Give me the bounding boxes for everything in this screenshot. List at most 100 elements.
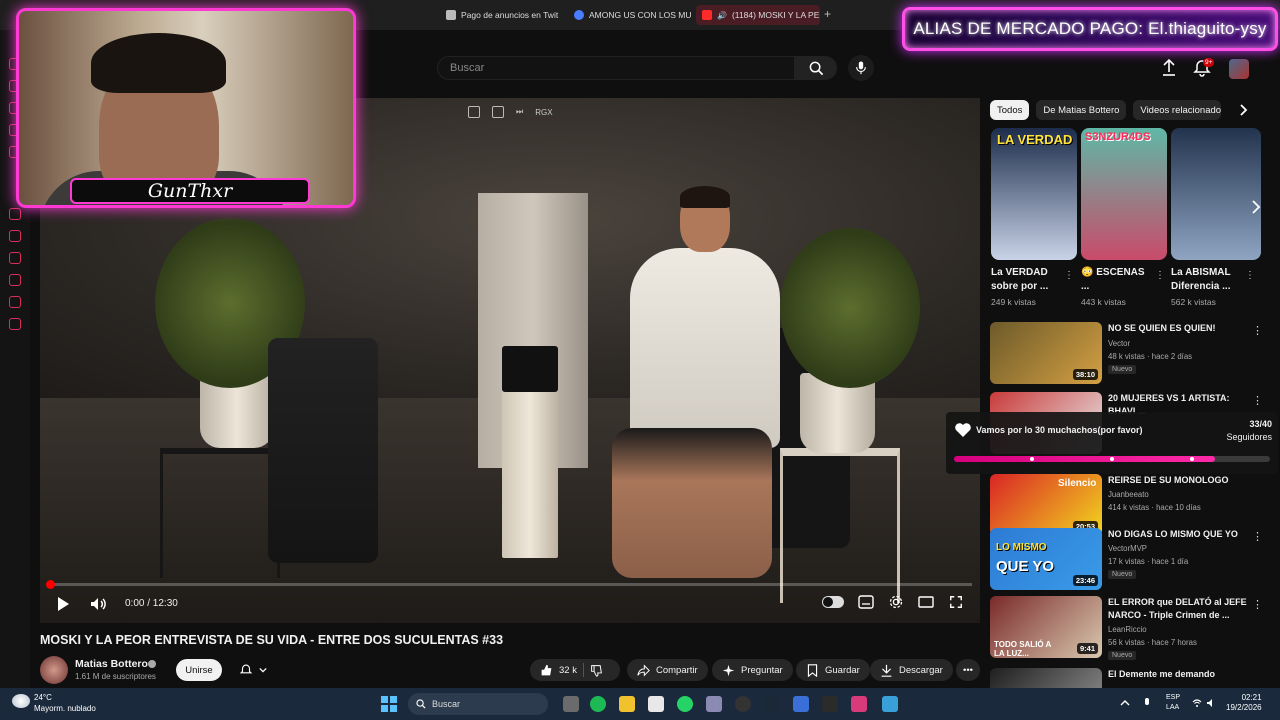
video-thumbnail[interactable]: LO MISMO QUE YO 23:46 <box>990 528 1102 590</box>
wifi-icon[interactable] <box>1192 698 1202 708</box>
short-title[interactable]: 😳 ESCENAS ... <box>1081 266 1151 294</box>
subtitles-icon[interactable] <box>858 595 874 609</box>
more-vertical-icon[interactable]: ⋮ <box>1245 270 1255 281</box>
short-thumbnail[interactable]: LA VERDAD <box>991 128 1077 260</box>
video-title[interactable]: NO SE QUIEN ES QUIEN! <box>1108 322 1248 335</box>
skip-icon[interactable]: ⏭ <box>516 107 523 117</box>
share-button[interactable]: Compartir <box>627 659 708 681</box>
progress-bar[interactable] <box>48 583 972 586</box>
more-actions-button[interactable]: ••• <box>956 659 980 681</box>
more-vertical-icon[interactable]: ⋮ <box>1064 270 1074 281</box>
voice-search-button[interactable] <box>848 55 874 81</box>
join-button[interactable]: Unirse <box>176 659 222 681</box>
browser-icon[interactable] <box>735 696 751 712</box>
sidebar-app-icon[interactable] <box>9 296 21 308</box>
sidebar-app-icon[interactable] <box>9 208 21 220</box>
play-icon[interactable] <box>54 594 72 614</box>
volume-icon[interactable] <box>88 594 108 614</box>
sidebar-app-icon[interactable] <box>9 274 21 286</box>
video-title[interactable]: El Demente me demando <box>1108 668 1248 681</box>
chevron-right-icon[interactable] <box>1236 103 1250 117</box>
store-icon[interactable] <box>648 696 664 712</box>
chevron-right-icon[interactable] <box>1246 197 1266 217</box>
recommended-video[interactable]: El Demente me demando <box>990 668 1262 688</box>
dislike-icon[interactable] <box>590 664 603 677</box>
spotify-icon[interactable] <box>590 696 606 712</box>
clock[interactable]: 02:21 19/2/2026 <box>1226 693 1262 713</box>
short-title[interactable]: La ABISMAL Diferencia ... <box>1171 266 1241 294</box>
more-vertical-icon[interactable]: ⋮ <box>1252 394 1263 407</box>
recommended-video[interactable]: 38:10 NO SE QUIEN ES QUIEN! Vector 48 k … <box>990 322 1263 384</box>
settings-gear-icon[interactable] <box>888 595 904 609</box>
autoplay-toggle[interactable] <box>822 596 844 608</box>
microphone-icon[interactable] <box>1142 698 1152 708</box>
whatsapp-icon[interactable] <box>677 696 693 712</box>
video-title[interactable]: REIRSE DE SU MONOLOGO <box>1108 474 1248 487</box>
notepad-icon[interactable] <box>793 696 809 712</box>
video-thumbnail[interactable]: Silencio 20:53 <box>990 474 1102 536</box>
exit-icon[interactable] <box>492 106 504 118</box>
channel-name[interactable]: LeanRiccio <box>1108 625 1147 634</box>
short-thumbnail[interactable] <box>1171 128 1261 260</box>
sidebar-app-icon[interactable] <box>9 252 21 264</box>
chip-all[interactable]: Todos <box>990 100 1030 120</box>
theater-mode-icon[interactable] <box>918 595 934 609</box>
weather-description[interactable]: Mayorm. nublado <box>34 704 96 713</box>
volume-icon[interactable] <box>1206 698 1216 708</box>
more-vertical-icon[interactable]: ⋮ <box>1155 270 1165 281</box>
chip-related[interactable]: Videos relacionado <box>1133 100 1222 120</box>
download-button[interactable]: Descargar <box>870 659 953 681</box>
like-count[interactable]: 32 k <box>559 665 577 676</box>
short-thumbnail[interactable]: S3NZUR4DS <box>1081 128 1167 260</box>
new-tab-button[interactable]: + <box>824 7 831 21</box>
cloudy-weather-icon[interactable] <box>12 694 30 708</box>
user-avatar[interactable] <box>1229 59 1249 79</box>
video-thumbnail[interactable] <box>990 668 1102 688</box>
channel-avatar[interactable] <box>40 656 68 684</box>
obs-icon[interactable] <box>822 696 838 712</box>
app-icon[interactable] <box>882 696 898 712</box>
chevron-up-icon[interactable] <box>1120 698 1130 708</box>
recommended-video[interactable]: TODO SALIÓ A LA LUZ... 9:41 EL ERROR que… <box>990 596 1263 660</box>
progress-scrubber[interactable] <box>46 580 55 589</box>
weather-temperature[interactable]: 24°C <box>34 693 52 702</box>
video-title[interactable]: NO DIGAS LO MISMO QUE YO <box>1108 528 1248 541</box>
search-input[interactable]: Buscar <box>437 56 795 80</box>
player-icon-label[interactable]: RGX <box>535 108 552 117</box>
video-title[interactable]: EL ERROR que DELATÓ al JEFE NARCO - Trip… <box>1108 596 1248 622</box>
sidebar-app-icon[interactable] <box>9 230 21 242</box>
short-title[interactable]: La VERDAD sobre por ... <box>991 266 1061 294</box>
recommended-video[interactable]: LO MISMO QUE YO 23:46 NO DIGAS LO MISMO … <box>990 528 1263 590</box>
channel-name[interactable]: Vector <box>1108 339 1130 348</box>
more-vertical-icon[interactable]: ⋮ <box>1252 598 1263 611</box>
task-view-icon[interactable] <box>563 696 579 712</box>
more-vertical-icon[interactable]: ⋮ <box>1252 324 1263 337</box>
file-explorer-icon[interactable] <box>619 696 635 712</box>
channel-name[interactable]: VectorMVP <box>1108 544 1147 553</box>
pip-icon[interactable] <box>468 106 480 118</box>
app-icon[interactable] <box>706 696 722 712</box>
tab-among-us[interactable]: AMONG US CON LOS MU <box>568 5 693 25</box>
channel-name[interactable]: Matias Bottero <box>75 658 148 670</box>
app-icon[interactable] <box>851 696 867 712</box>
like-icon[interactable] <box>540 664 553 677</box>
chip-channel[interactable]: De Matias Bottero <box>1036 100 1127 120</box>
channel-name[interactable]: Juanbeeato <box>1108 490 1149 499</box>
steam-icon[interactable] <box>764 696 780 712</box>
video-thumbnail[interactable]: 38:10 <box>990 322 1102 384</box>
language-indicator[interactable]: ESP LAA <box>1166 693 1180 713</box>
upload-icon[interactable] <box>1160 58 1178 78</box>
ask-button[interactable]: Preguntar <box>712 659 793 681</box>
search-button[interactable] <box>795 56 837 80</box>
video-thumbnail[interactable]: TODO SALIÓ A LA LUZ... 9:41 <box>990 596 1102 658</box>
recommended-video[interactable]: Silencio 20:53 REIRSE DE SU MONOLOGO Jua… <box>990 474 1262 536</box>
fullscreen-icon[interactable] <box>948 595 964 609</box>
subscription-bell-button[interactable] <box>230 659 276 681</box>
windows-start-icon[interactable] <box>381 696 397 712</box>
more-vertical-icon[interactable]: ⋮ <box>1252 530 1263 543</box>
taskbar-search[interactable]: Buscar <box>408 693 548 715</box>
tab-twitch-ads[interactable]: Pago de anuncios en Twit <box>440 5 565 25</box>
sidebar-app-icon[interactable] <box>9 318 21 330</box>
save-button[interactable]: Guardar <box>796 659 870 681</box>
tab-youtube-active[interactable]: 🔊 (1184) MOSKI Y LA PE <box>696 5 820 25</box>
